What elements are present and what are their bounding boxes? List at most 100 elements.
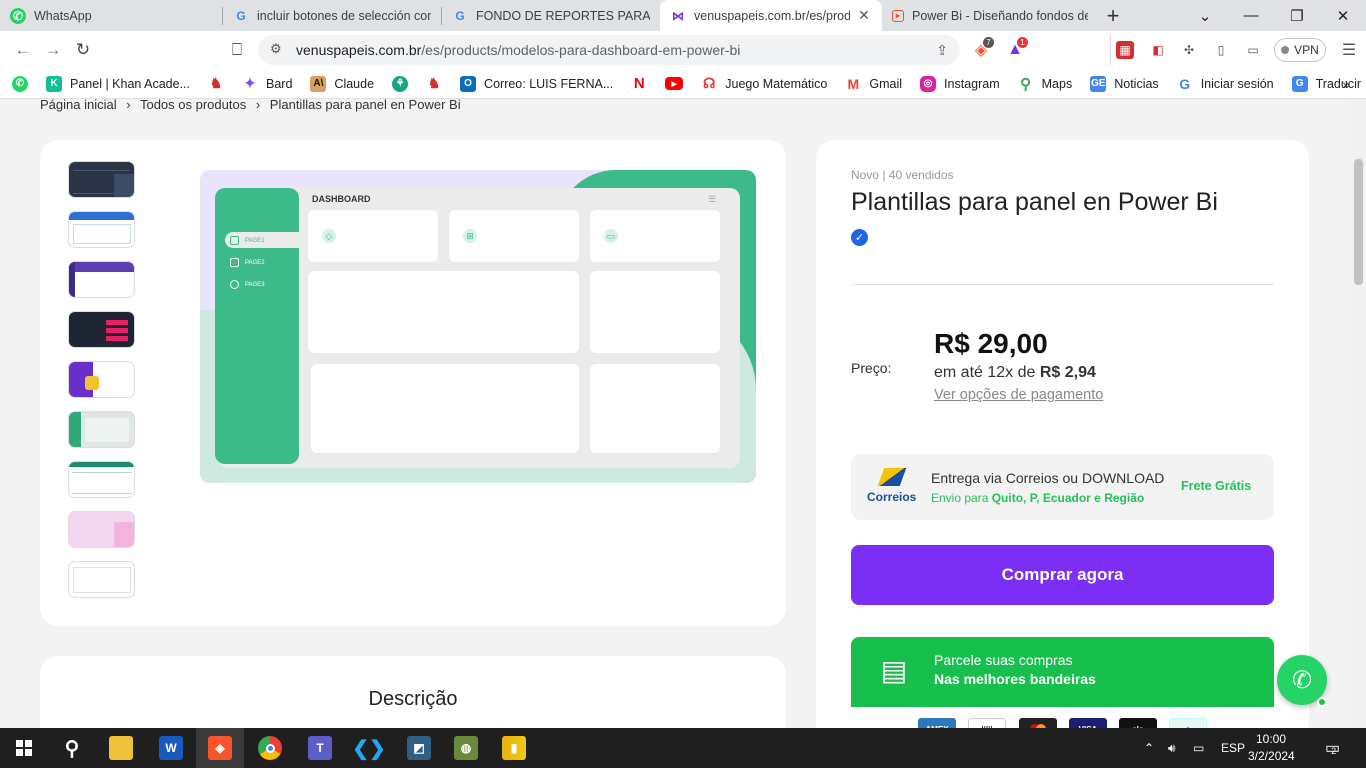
pix-icon: ◇ xyxy=(1169,718,1207,728)
word-button[interactable]: W xyxy=(147,728,195,768)
tab-google-search-2[interactable]: G FONDO DE REPORTES PARA POWER xyxy=(442,0,660,31)
tab-whatsapp[interactable]: ✆ WhatsApp xyxy=(0,0,222,31)
power-bi-icon: ▮ xyxy=(502,736,526,760)
parcel-line-1: Parcele suas compras xyxy=(934,652,1073,668)
translate-icon: G xyxy=(1291,75,1308,92)
bookmark-openai[interactable]: ⚘ xyxy=(392,75,416,92)
new-tab-button[interactable]: + xyxy=(1098,0,1128,31)
google-icon: G xyxy=(455,8,465,23)
bookmark-youtube[interactable]: ▶ xyxy=(665,77,691,90)
thumbnail-7[interactable] xyxy=(68,461,135,498)
tab-venuspapeis[interactable]: ⋈ venuspapeis.com.br/es/produ ✕ xyxy=(660,0,882,31)
forward-button[interactable]: → xyxy=(38,35,68,65)
bookmark-bard[interactable]: ✦ Bard xyxy=(242,75,292,92)
back-button[interactable]: ← xyxy=(8,35,38,65)
address-bar: ← → ↻ ⎕ ⚙ venuspapeis.com.br/es/products… xyxy=(0,31,1366,69)
claude-icon: A\ xyxy=(310,75,327,92)
brave-button[interactable]: ◈ xyxy=(196,728,244,768)
bookmark-gmail[interactable]: M Gmail xyxy=(845,76,903,92)
whatsapp-icon: ✆ xyxy=(12,75,28,92)
visa-icon: VISA xyxy=(1069,718,1107,728)
bookmark-red-1[interactable]: ♞ xyxy=(208,75,232,92)
pdf-extension-icon[interactable]: ◧ xyxy=(1147,39,1169,61)
bookmark-instagram[interactable]: ◎ Instagram xyxy=(920,75,1000,92)
site-info-icon[interactable]: ⚙ xyxy=(270,41,282,57)
bookmark-juego[interactable]: ☊ Juego Matemático xyxy=(701,75,827,92)
product-price: R$ 29,00 xyxy=(934,328,1048,359)
language-indicator[interactable]: ESP xyxy=(1221,728,1245,768)
app-button[interactable]: ◍ xyxy=(442,728,490,768)
breadcrumb-all-products[interactable]: Todos os produtos xyxy=(140,99,246,112)
bookmark-claude[interactable]: A\ Claude xyxy=(310,75,374,92)
vpn-button[interactable]: VPN xyxy=(1274,38,1326,62)
preview-chart-4 xyxy=(590,364,720,453)
breadcrumb-home[interactable]: Página inicial xyxy=(40,99,117,112)
breadcrumb: Página inicial › Todos os produtos › Pla… xyxy=(40,99,467,112)
teams-button[interactable]: T xyxy=(296,728,344,768)
breadcrumb-separator: › xyxy=(255,99,261,112)
thumbnail-1[interactable] xyxy=(68,161,135,198)
wallet-icon[interactable]: ▭ xyxy=(1242,39,1264,61)
url-field[interactable]: ⚙ venuspapeis.com.br/es/products/modelos… xyxy=(258,35,960,65)
whatsapp-icon: ✆ xyxy=(1291,666,1313,694)
bookmark-traducir[interactable]: G Traducir xyxy=(1291,75,1361,92)
bookmark-whatsapp[interactable]: ✆ xyxy=(12,75,36,92)
bookmark-maps[interactable]: ⚲ Maps xyxy=(1018,76,1072,93)
start-button[interactable] xyxy=(0,728,48,768)
close-window-button[interactable]: ✕ xyxy=(1320,0,1366,31)
tab-search-chevron-icon[interactable]: ⌄ xyxy=(1182,0,1228,31)
thumbnail-2[interactable] xyxy=(68,211,135,248)
shipping-title: Entrega via Correios ou DOWNLOAD xyxy=(931,470,1165,486)
bookmark-iniciar-sesion[interactable]: G Iniciar sesión xyxy=(1177,75,1273,92)
tab-google-search-1[interactable]: G incluir botones de selección como xyxy=(223,0,441,31)
bookmark-this-page-icon[interactable]: ⎕ xyxy=(222,35,252,65)
menu-icon[interactable]: ☰ xyxy=(1338,39,1360,61)
bookmark-netflix[interactable]: N xyxy=(631,75,655,92)
vscode-button[interactable]: ❮❯ xyxy=(345,728,393,768)
notifications-button[interactable]: ▭ 2 xyxy=(1325,728,1340,768)
extensions-puzzle-icon[interactable]: ✣ xyxy=(1178,39,1200,61)
payment-options-link[interactable]: Ver opções de pagamento xyxy=(934,387,1103,403)
product-meta: Novo | 40 vendidos xyxy=(851,168,954,182)
reload-button[interactable]: ↻ xyxy=(68,35,98,65)
thumbnail-6[interactable] xyxy=(68,411,135,448)
scrollbar-thumb[interactable] xyxy=(1354,159,1363,285)
page-content: Página inicial › Todos os produtos › Pla… xyxy=(0,99,1366,728)
thumbnail-3[interactable] xyxy=(68,261,135,298)
close-tab-icon[interactable]: ✕ xyxy=(856,7,872,24)
network-icon[interactable]: ▭ xyxy=(1193,728,1204,768)
mysql-workbench-button[interactable]: ◩ xyxy=(395,728,443,768)
power-bi-button[interactable]: ▮ xyxy=(490,728,538,768)
thumbnail-8[interactable] xyxy=(68,511,135,548)
restore-button[interactable]: ❐ xyxy=(1274,0,1320,31)
credit-card-icon: ▤ xyxy=(880,655,908,686)
bookmark-red-2[interactable]: ♞ xyxy=(426,75,450,92)
thumbnail-4[interactable] xyxy=(68,311,135,348)
search-button[interactable]: ⚲ xyxy=(48,728,96,768)
file-explorer-button[interactable] xyxy=(97,728,145,768)
clock[interactable]: 10:00 3/2/2024 xyxy=(1248,731,1295,765)
share-icon[interactable]: ⇪ xyxy=(936,42,948,59)
online-status-dot xyxy=(1317,697,1327,707)
tab-power-bi[interactable]: ▸ Power Bi - Diseñando fondos de re xyxy=(882,0,1098,31)
more-bookmarks-icon[interactable]: » xyxy=(1342,76,1350,92)
description-card: Descrição xyxy=(40,656,786,728)
buy-now-button[interactable]: Comprar agora xyxy=(851,545,1274,605)
thumbnail-9[interactable] xyxy=(68,561,135,598)
sidebar-icon[interactable]: ▯ xyxy=(1210,39,1232,61)
app-icon: ◍ xyxy=(454,736,478,760)
thumbnail-5[interactable] xyxy=(68,361,135,398)
bookmark-outlook[interactable]: O Correo: LUIS FERNA... xyxy=(460,75,613,92)
news-icon: GE xyxy=(1090,75,1107,92)
shields-count-badge: 7 xyxy=(983,37,994,48)
page-scrollbar[interactable] xyxy=(1351,99,1366,728)
bookmark-noticias[interactable]: GE Noticias xyxy=(1090,75,1159,92)
bookmark-khan[interactable]: K Panel | Khan Acade... xyxy=(46,75,190,92)
extension-red-icon[interactable]: ▦ xyxy=(1116,41,1134,59)
chrome-button[interactable] xyxy=(246,728,294,768)
product-preview-image: DASHBOARD ☰ PAGE1 PAGE2 PAGE3 ◇ ⊞ ▭ xyxy=(200,170,756,483)
volume-icon[interactable]: 🔊︎ xyxy=(1168,728,1176,768)
minimize-button[interactable]: — xyxy=(1228,0,1274,31)
google-icon: G xyxy=(1179,75,1191,92)
tray-chevron-icon[interactable]: ⌃ xyxy=(1144,728,1154,768)
